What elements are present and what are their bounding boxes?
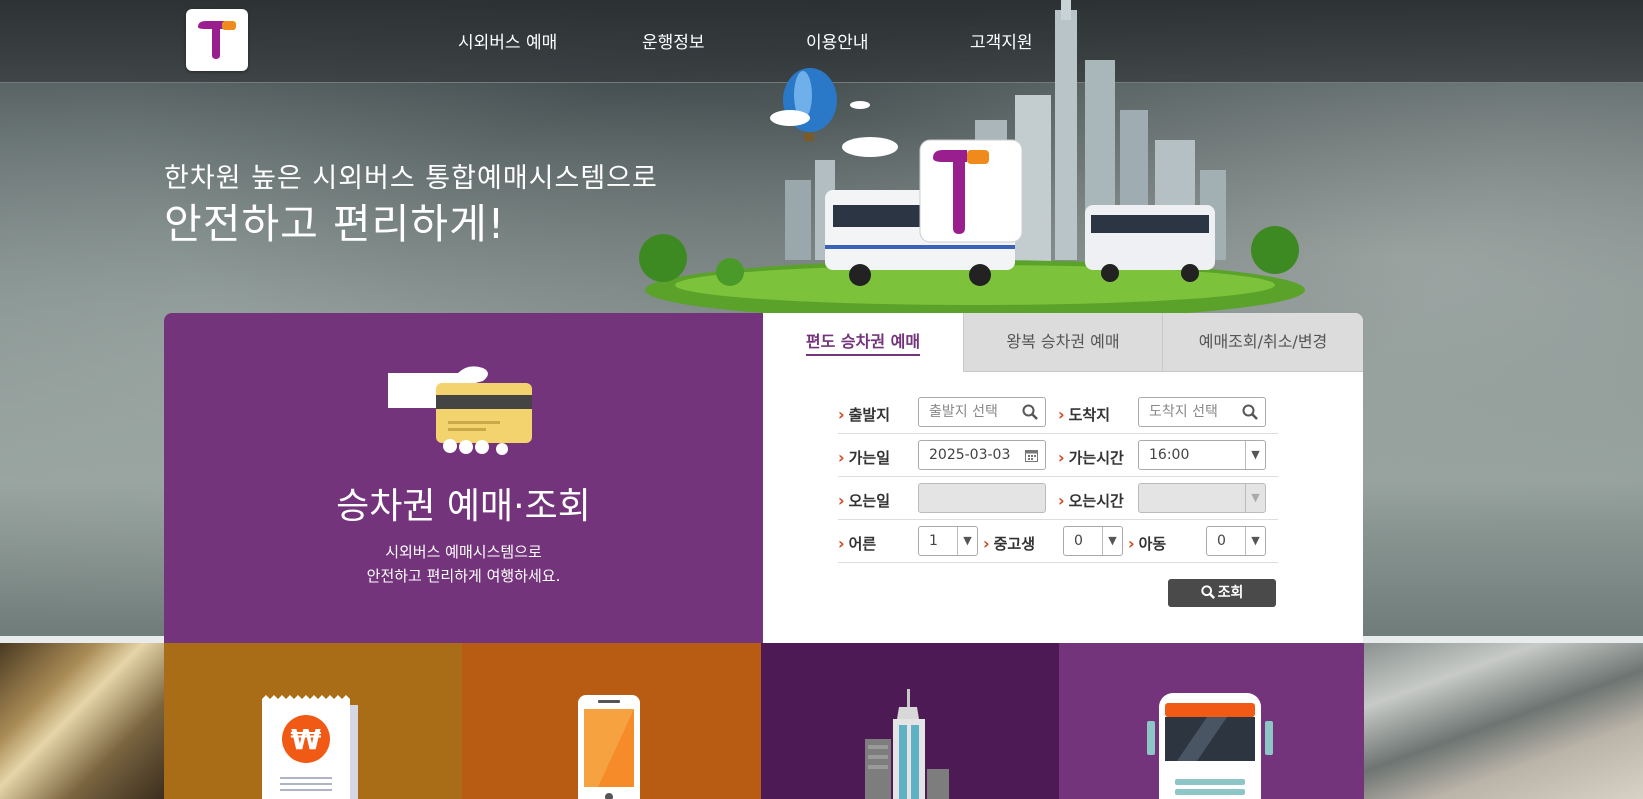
tab-lookup-cancel[interactable]: 예매조회/취소/변경 xyxy=(1162,313,1363,372)
hero-tagline-line2: 안전하고 편리하게! xyxy=(164,200,506,248)
chevron-down-icon: ▼ xyxy=(1102,527,1122,555)
ticket-card: 승차권 예매·조회 시외버스 예매시스템으로 안전하고 편리하게 여행하세요. xyxy=(164,313,763,643)
tab-one-way-label: 편도 승차권 예매 xyxy=(805,332,921,356)
ticket-hand-icon xyxy=(388,366,532,455)
go-date-input[interactable]: 2025-03-03 xyxy=(918,440,1046,470)
return-time-label: 오는시간 xyxy=(1058,490,1124,511)
adult-count-select[interactable]: 1 ▼ xyxy=(918,526,978,556)
form-row-passengers: 어른 1 ▼ 중고생 0 ▼ 아동 0 ▼ xyxy=(838,520,1278,563)
photo-strip-left xyxy=(0,643,164,799)
go-time-select[interactable]: 16:00 ▼ xyxy=(1138,440,1266,470)
search-button[interactable]: 조회 xyxy=(1168,579,1276,607)
tab-one-way[interactable]: 편도 승차권 예매 xyxy=(763,313,963,372)
chevron-down-icon: ▼ xyxy=(1245,527,1265,555)
smartphone-icon xyxy=(578,695,640,799)
tab-round-trip[interactable]: 왕복 승차권 예매 xyxy=(963,313,1162,372)
search-icon xyxy=(1022,404,1038,420)
go-time-label: 가는시간 xyxy=(1058,447,1124,468)
booking-panel: 편도 승차권 예매 왕복 승차권 예매 예매조회/취소/변경 출발지 출발지 선… xyxy=(763,313,1363,643)
city-bus-illustration xyxy=(639,0,1305,313)
tile-bus-info[interactable] xyxy=(1059,643,1364,799)
child-count-select[interactable]: 0 ▼ xyxy=(1206,526,1266,556)
nav-bus-booking[interactable]: 시외버스 예매 xyxy=(458,28,557,53)
tile-fare-info[interactable]: ₩ xyxy=(164,643,462,799)
chevron-down-icon: ▼ xyxy=(1245,484,1265,512)
return-date-label: 오는일 xyxy=(838,490,890,511)
site-logo[interactable] xyxy=(186,9,248,71)
ticket-card-subtitle-line1: 시외버스 예매시스템으로 xyxy=(385,543,542,561)
departure-select[interactable]: 출발지 선택 xyxy=(918,397,1046,427)
arrival-select[interactable]: 도착지 선택 xyxy=(1138,397,1266,427)
photo-strip-right xyxy=(1364,643,1643,799)
youth-label: 중고생 xyxy=(983,533,1035,554)
return-time-select[interactable]: ▼ xyxy=(1138,483,1266,513)
go-time-value: 16:00 xyxy=(1149,447,1190,463)
arrival-label: 도착지 xyxy=(1058,404,1110,425)
calendar-icon[interactable] xyxy=(1025,449,1038,462)
go-date-value: 2025-03-03 xyxy=(929,447,1011,463)
bus-icon xyxy=(1147,693,1273,799)
adult-label: 어른 xyxy=(838,533,877,554)
search-icon xyxy=(1200,585,1215,599)
building-icon xyxy=(865,689,949,799)
return-date-input[interactable] xyxy=(918,483,1046,513)
youth-count-select[interactable]: 0 ▼ xyxy=(1063,526,1123,556)
form-row-departure-datetime: 가는일 2025-03-03 가는시간 16:00 ▼ xyxy=(838,434,1278,477)
won-receipt-icon: ₩ xyxy=(262,695,358,799)
booking-tabs: 편도 승차권 예매 왕복 승차권 예매 예매조회/취소/변경 xyxy=(763,313,1363,372)
chevron-down-icon: ▼ xyxy=(1245,441,1265,469)
child-label: 아동 xyxy=(1128,533,1167,554)
chevron-down-icon: ▼ xyxy=(957,527,977,555)
ticket-card-subtitle-line2: 안전하고 편리하게 여행하세요. xyxy=(366,567,561,585)
child-count-value: 0 xyxy=(1217,533,1226,549)
svg-text:₩: ₩ xyxy=(291,723,322,756)
form-row-route: 출발지 출발지 선택 도착지 도착지 선택 xyxy=(838,391,1278,434)
departure-placeholder: 출발지 선택 xyxy=(929,404,998,420)
youth-count-value: 0 xyxy=(1074,533,1083,549)
go-date-label: 가는일 xyxy=(838,447,890,468)
search-button-label: 조회 xyxy=(1217,585,1244,601)
tile-terminal[interactable] xyxy=(761,643,1059,799)
adult-count-value: 1 xyxy=(929,533,938,549)
search-icon xyxy=(1242,404,1258,420)
tile-mobile[interactable] xyxy=(462,643,761,799)
departure-label: 출발지 xyxy=(838,404,890,425)
form-row-return-datetime: 오는일 오는시간 ▼ xyxy=(838,477,1278,520)
ticket-card-title: 승차권 예매·조회 xyxy=(336,486,591,527)
arrival-placeholder: 도착지 선택 xyxy=(1149,404,1218,420)
